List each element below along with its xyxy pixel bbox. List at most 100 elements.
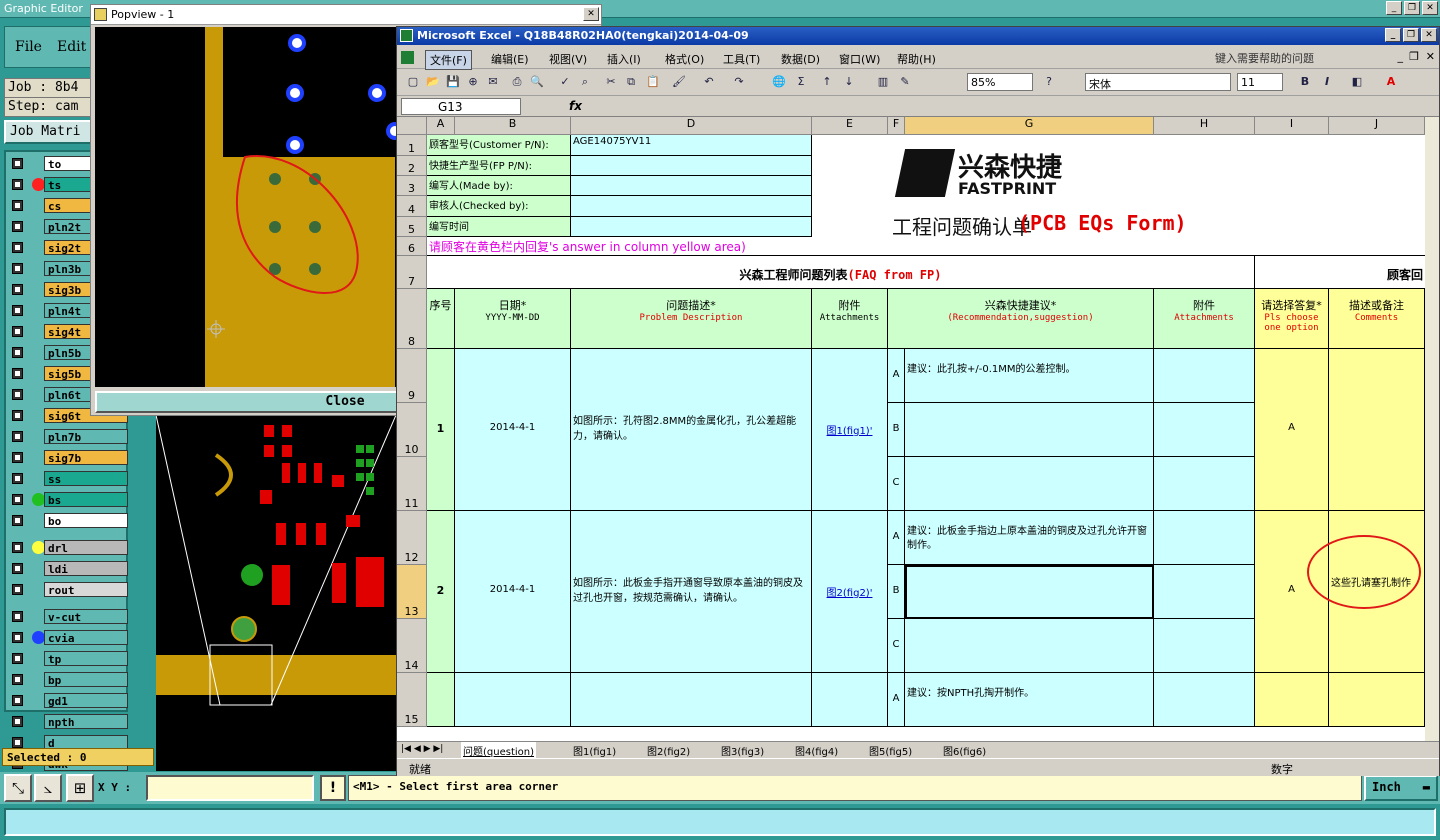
unit-selector[interactable]: Inch ▬ bbox=[1364, 775, 1438, 801]
layer-checkbox[interactable] bbox=[12, 695, 23, 706]
select-all-corner[interactable] bbox=[397, 117, 427, 135]
attachment2-cell[interactable] bbox=[1154, 457, 1255, 511]
layer-row[interactable]: bo bbox=[10, 513, 128, 528]
column-header[interactable]: E bbox=[812, 117, 888, 135]
column-header[interactable]: H bbox=[1154, 117, 1255, 135]
option-key[interactable]: B bbox=[888, 565, 905, 619]
option-text[interactable] bbox=[905, 403, 1154, 457]
layer-checkbox[interactable] bbox=[12, 563, 23, 574]
layer-checkbox[interactable] bbox=[12, 284, 23, 295]
layer-checkbox[interactable] bbox=[12, 674, 23, 685]
layer-name[interactable]: v-cut bbox=[44, 609, 128, 624]
fp-section-header[interactable]: 兴森工程师问题列表(FAQ from FP) bbox=[427, 256, 1255, 289]
choice-cell[interactable]: A bbox=[1255, 349, 1329, 511]
layer-checkbox[interactable] bbox=[12, 632, 23, 643]
tab-nav-icon[interactable]: |◀ ◀ ▶ ▶| bbox=[401, 744, 443, 754]
att2-header[interactable]: 附件 Attachments bbox=[1154, 289, 1255, 349]
layer-checkbox[interactable] bbox=[12, 716, 23, 727]
layer-checkbox[interactable] bbox=[12, 515, 23, 526]
option-key[interactable]: B bbox=[888, 403, 905, 457]
cut-icon[interactable]: ✂ bbox=[603, 74, 619, 90]
choice-cell[interactable] bbox=[1255, 673, 1329, 727]
layer-name[interactable]: cvia bbox=[44, 630, 128, 645]
layer-row[interactable]: bs bbox=[10, 492, 128, 507]
sheet-tab[interactable]: 图2(fig2) bbox=[645, 742, 692, 758]
restore-icon[interactable]: ❐ bbox=[1404, 1, 1420, 15]
comment-cell[interactable] bbox=[1329, 673, 1425, 727]
desc-cell[interactable]: 如图所示：此板金手指开通窗导致原本盖油的铜皮及过孔也开窗，按规范需确认，请确认。 bbox=[571, 511, 812, 673]
attachment-link[interactable]: 图2(fig2)' bbox=[812, 511, 888, 673]
drawing-icon[interactable]: ✎ bbox=[897, 74, 913, 90]
layer-checkbox[interactable] bbox=[12, 221, 23, 232]
font-select[interactable]: 宋体 bbox=[1085, 73, 1231, 91]
row-header[interactable]: 4 bbox=[397, 196, 427, 217]
header-value[interactable] bbox=[571, 176, 812, 196]
layer-name[interactable]: bp bbox=[44, 672, 128, 687]
zoom-area-icon[interactable]: ⤡ bbox=[4, 774, 32, 802]
layer-name[interactable]: bs bbox=[44, 492, 128, 507]
menu-view[interactable]: 视图(V) bbox=[545, 50, 591, 68]
option-text[interactable] bbox=[905, 619, 1154, 673]
header-value[interactable] bbox=[571, 196, 812, 217]
layer-name[interactable]: gd1 bbox=[44, 693, 128, 708]
layer-checkbox[interactable] bbox=[12, 452, 23, 463]
doc-restore-icon[interactable]: ❐ bbox=[1409, 50, 1419, 63]
date-header[interactable]: 日期* YYYY-MM-DD bbox=[455, 289, 571, 349]
layer-checkbox[interactable] bbox=[12, 410, 23, 421]
header-label[interactable]: 审核人(Checked by): bbox=[427, 196, 571, 217]
option-text[interactable] bbox=[905, 457, 1154, 511]
graphic-canvas[interactable] bbox=[156, 415, 396, 771]
menu-tools[interactable]: 工具(T) bbox=[719, 50, 764, 68]
customer-note[interactable]: 请顾客在黄色栏内回复's answer in column yellow are… bbox=[427, 237, 1425, 256]
layer-checkbox[interactable] bbox=[12, 347, 23, 358]
save-icon[interactable]: 💾 bbox=[445, 74, 461, 90]
autosum-icon[interactable]: Σ bbox=[793, 74, 809, 90]
column-header[interactable]: G bbox=[905, 117, 1154, 135]
format-painter-icon[interactable]: 🖌 bbox=[671, 74, 687, 90]
layer-name[interactable]: bo bbox=[44, 513, 128, 528]
layer-row[interactable]: gd1 bbox=[10, 693, 128, 708]
measure-icon[interactable]: ⦣ bbox=[34, 774, 62, 802]
attachment2-cell[interactable] bbox=[1154, 619, 1255, 673]
desc-cell[interactable]: 如图所示：孔符图2.8MM的金属化孔，孔公差超能力，请确认。 bbox=[571, 349, 812, 511]
layer-checkbox[interactable] bbox=[12, 263, 23, 274]
column-header[interactable]: A bbox=[427, 117, 455, 135]
layer-checkbox[interactable] bbox=[12, 179, 23, 190]
row-header[interactable]: 12 bbox=[397, 511, 427, 565]
row-header[interactable]: 6 bbox=[397, 237, 427, 256]
date-cell[interactable]: 2014-4-1 bbox=[455, 349, 571, 511]
menu-help[interactable]: 帮助(H) bbox=[893, 50, 940, 68]
layer-checkbox[interactable] bbox=[12, 431, 23, 442]
layer-checkbox[interactable] bbox=[12, 611, 23, 622]
column-header[interactable]: J bbox=[1329, 117, 1425, 135]
help-icon[interactable]: ? bbox=[1041, 74, 1057, 90]
row-header[interactable]: 13 bbox=[397, 565, 427, 619]
restore-icon[interactable]: ❐ bbox=[1403, 28, 1419, 42]
new-icon[interactable]: ▢ bbox=[405, 74, 421, 90]
customer-section-header[interactable]: 顾客回 bbox=[1255, 256, 1425, 289]
hyperlink-icon[interactable]: 🌐 bbox=[771, 74, 787, 90]
header-label[interactable]: 快捷生产型号(FP P/N): bbox=[427, 156, 571, 176]
font-color-icon[interactable]: A bbox=[1383, 74, 1399, 90]
option-text[interactable] bbox=[905, 565, 1154, 619]
attachment2-cell[interactable] bbox=[1154, 673, 1255, 727]
fx-icon[interactable]: fx bbox=[569, 99, 582, 113]
column-header[interactable]: F bbox=[888, 117, 905, 135]
layer-row[interactable]: sig7b bbox=[10, 450, 128, 465]
row-header[interactable]: 15 bbox=[397, 673, 427, 727]
row-header[interactable]: 2 bbox=[397, 156, 427, 176]
layer-checkbox[interactable] bbox=[12, 737, 23, 748]
row-header[interactable]: 10 bbox=[397, 403, 427, 457]
layer-name[interactable]: npth bbox=[44, 714, 128, 729]
row-header[interactable]: 3 bbox=[397, 176, 427, 196]
layer-checkbox[interactable] bbox=[12, 305, 23, 316]
menu-edit[interactable]: 编辑(E) bbox=[487, 50, 533, 68]
close-icon[interactable]: ✕ bbox=[583, 7, 599, 21]
layer-name[interactable]: rout bbox=[44, 582, 128, 597]
seq-cell[interactable]: 1 bbox=[427, 349, 455, 511]
comments-header[interactable]: 描述或备注 Comments bbox=[1329, 289, 1425, 349]
redo-icon[interactable]: ↷ bbox=[731, 74, 747, 90]
layer-checkbox[interactable] bbox=[12, 242, 23, 253]
layer-row[interactable]: tp bbox=[10, 651, 128, 666]
choose-header[interactable]: 请选择答复* Pls choose one option bbox=[1255, 289, 1329, 349]
